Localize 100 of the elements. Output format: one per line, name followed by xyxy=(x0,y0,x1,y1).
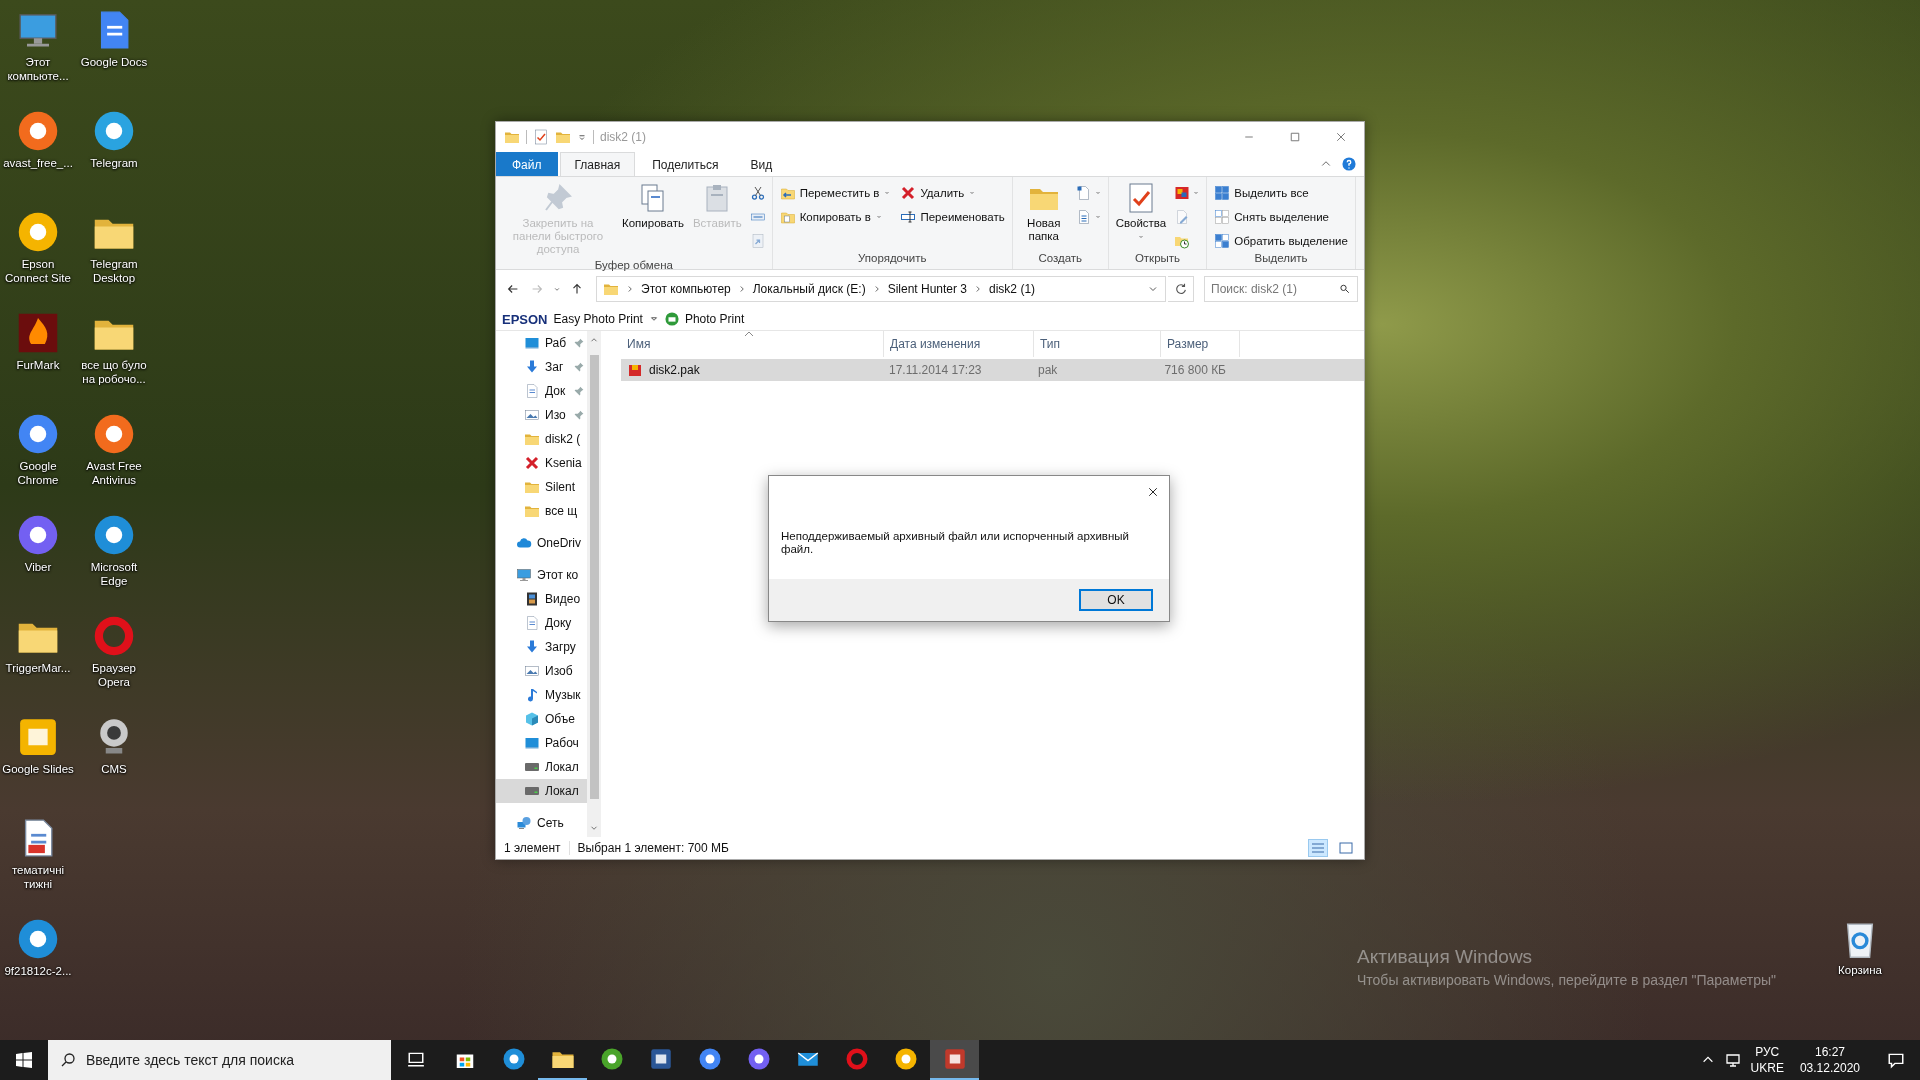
desktop-shortcut[interactable]: Viber xyxy=(0,509,76,610)
column-header[interactable]: Имя xyxy=(621,331,884,357)
breadcrumb-item[interactable]: disk2 (1) xyxy=(989,282,1036,296)
network-icon xyxy=(1724,1052,1741,1068)
nav-item[interactable]: Ksenia xyxy=(496,451,587,475)
nav-item[interactable]: Доку xyxy=(496,611,587,635)
ribbon-group-label: Буфер обмена xyxy=(593,259,674,271)
tiles-view-button[interactable] xyxy=(1336,839,1356,857)
nav-item[interactable]: disk2 ( xyxy=(496,427,587,451)
notification-icon xyxy=(1887,1051,1905,1069)
ribbon-button[interactable]: Свойства xyxy=(1112,179,1170,244)
nav-item[interactable]: Изоб xyxy=(496,659,587,683)
desktop-shortcut[interactable]: Google Chrome xyxy=(0,408,76,509)
nav-item[interactable]: Загру xyxy=(496,635,587,659)
ring-icon xyxy=(844,1047,869,1071)
app-tile-icon xyxy=(648,1047,673,1071)
taskbar-search-field[interactable]: Введите здесь текст для поиска xyxy=(86,1052,379,1068)
desktop-shortcut[interactable]: Браузер Opera xyxy=(76,610,152,711)
ribbon-button[interactable]: Копировать xyxy=(619,179,687,233)
desktop-shortcut[interactable]: Avast Free Antivirus xyxy=(76,408,152,509)
ribbon-button[interactable]: Выделить все xyxy=(1211,182,1351,204)
nav-item[interactable]: Локал xyxy=(496,779,587,803)
search-box[interactable]: Поиск: disk2 (1) xyxy=(1204,276,1358,302)
picture-icon xyxy=(1174,185,1191,201)
desktop-shortcut[interactable]: Telegram Desktop xyxy=(76,206,152,307)
round-app-icon xyxy=(16,917,60,961)
close-icon xyxy=(1335,131,1347,143)
clock[interactable]: 16:27 03.12.2020 xyxy=(1793,1044,1866,1076)
nav-item[interactable]: Док xyxy=(496,379,587,403)
desktop-shortcut[interactable]: FurMark xyxy=(0,307,76,408)
ribbon-button[interactable]: Удалить xyxy=(897,182,1008,204)
refresh-button[interactable] xyxy=(1168,276,1194,302)
file-menu-button[interactable]: Файл xyxy=(496,152,558,176)
desktop-shortcut[interactable]: Google Docs xyxy=(76,4,152,105)
nav-item[interactable]: OneDriv xyxy=(496,531,587,555)
ribbon-tab[interactable]: Поделиться xyxy=(637,152,734,176)
ribbon-tab[interactable]: Главная xyxy=(559,152,636,176)
nav-item[interactable]: Видео xyxy=(496,587,587,611)
ok-button[interactable]: OK xyxy=(1079,589,1153,611)
desktop-shortcut[interactable]: Microsoft Edge xyxy=(76,509,152,610)
pin-icon xyxy=(574,338,584,348)
desktop-shortcut[interactable]: все що було на робочо... xyxy=(76,307,152,408)
ribbon-group-label: Открыть xyxy=(1133,252,1182,266)
checked-page-icon xyxy=(533,129,549,145)
ribbon-button[interactable]: Обратить выделение xyxy=(1211,230,1351,252)
ribbon-button[interactable]: Снять выделение xyxy=(1211,206,1351,228)
desktop-shortcut[interactable]: Google Slides xyxy=(0,711,76,812)
desktop-shortcut[interactable]: Этот компьюте... xyxy=(0,4,76,105)
help-icon[interactable] xyxy=(1342,157,1356,171)
desktop-icon xyxy=(524,335,540,351)
photo-print-button[interactable]: Photo Print xyxy=(684,312,745,326)
language-indicator[interactable]: РУС UKRE xyxy=(1750,1044,1784,1076)
ribbon-button[interactable]: Переименовать xyxy=(897,206,1008,228)
nav-item[interactable]: все щ xyxy=(496,499,587,523)
table-cell-text: 17.11.2014 17:23 xyxy=(888,363,983,377)
scrollbar[interactable] xyxy=(587,331,601,837)
taskbar-search-box[interactable]: Введите здесь текст для поиска xyxy=(48,1040,391,1080)
desktop-shortcut[interactable]: Telegram xyxy=(76,105,152,206)
nav-item[interactable]: Раб xyxy=(496,331,587,355)
nav-item[interactable]: Сеть xyxy=(496,811,587,835)
nav-item[interactable]: Музык xyxy=(496,683,587,707)
nav-item[interactable]: Silent xyxy=(496,475,587,499)
caret-icon xyxy=(1192,189,1201,197)
folder-pages-icon xyxy=(779,209,796,225)
taskbar-app-button[interactable] xyxy=(930,1040,979,1080)
desktop-shortcut[interactable]: CMS xyxy=(76,711,152,812)
ribbon-button[interactable]: Новая папка xyxy=(1016,179,1071,246)
breadcrumb-item[interactable]: Этот компьютер xyxy=(641,282,731,296)
table-cell-text: pak xyxy=(1037,363,1059,377)
round-app-icon xyxy=(599,1047,624,1071)
nav-item[interactable]: Локал xyxy=(496,755,587,779)
column-header[interactable]: Дата изменения xyxy=(884,331,1034,357)
column-header[interactable]: Размер xyxy=(1161,331,1240,357)
column-header[interactable]: Тип xyxy=(1034,331,1161,357)
epson-brand-text: EPSON xyxy=(502,311,548,327)
start-icon xyxy=(16,1052,32,1068)
ribbon-tab[interactable]: Вид xyxy=(735,152,788,176)
breadcrumb-item[interactable]: Локальный диск (E:) xyxy=(752,282,866,296)
nav-item[interactable]: Изо xyxy=(496,403,587,427)
desktop-shortcut[interactable]: тематичні тижні xyxy=(0,812,76,913)
nav-item[interactable]: Этот ко xyxy=(496,563,587,587)
desktop-shortcut[interactable]: Корзина xyxy=(1822,912,1898,977)
desktop-shortcut[interactable]: Epson Connect Site xyxy=(0,206,76,307)
address-bar[interactable]: Этот компьютер Локальный диск (E:) Silent Hunter 3 disk2 (1) xyxy=(596,276,1166,302)
file-row[interactable]: disk2.pak 17.11.2014 17:23 pak 716 800 КБ xyxy=(621,359,1364,381)
ribbon-button[interactable]: Копировать в xyxy=(776,206,895,228)
desktop-shortcut[interactable]: avast_free_... xyxy=(0,105,76,206)
breadcrumb-item[interactable]: Silent Hunter 3 xyxy=(887,282,968,296)
network-icon xyxy=(516,815,532,831)
nav-item[interactable]: Заг xyxy=(496,355,587,379)
ribbon-button[interactable]: Переместить в xyxy=(776,182,895,204)
select-none-icon xyxy=(1214,209,1231,225)
pin-icon xyxy=(574,362,584,372)
desktop-shortcut[interactable]: TriggerMar... xyxy=(0,610,76,711)
nav-item[interactable]: Объе xyxy=(496,707,587,731)
desktop-shortcut[interactable]: 9f21812c-2... xyxy=(0,913,76,1014)
nav-item[interactable]: Рабоч xyxy=(496,731,587,755)
maximize-icon xyxy=(1289,131,1301,143)
computer-icon xyxy=(516,567,532,583)
easy-photo-print-button[interactable]: Easy Photo Print xyxy=(553,312,643,326)
